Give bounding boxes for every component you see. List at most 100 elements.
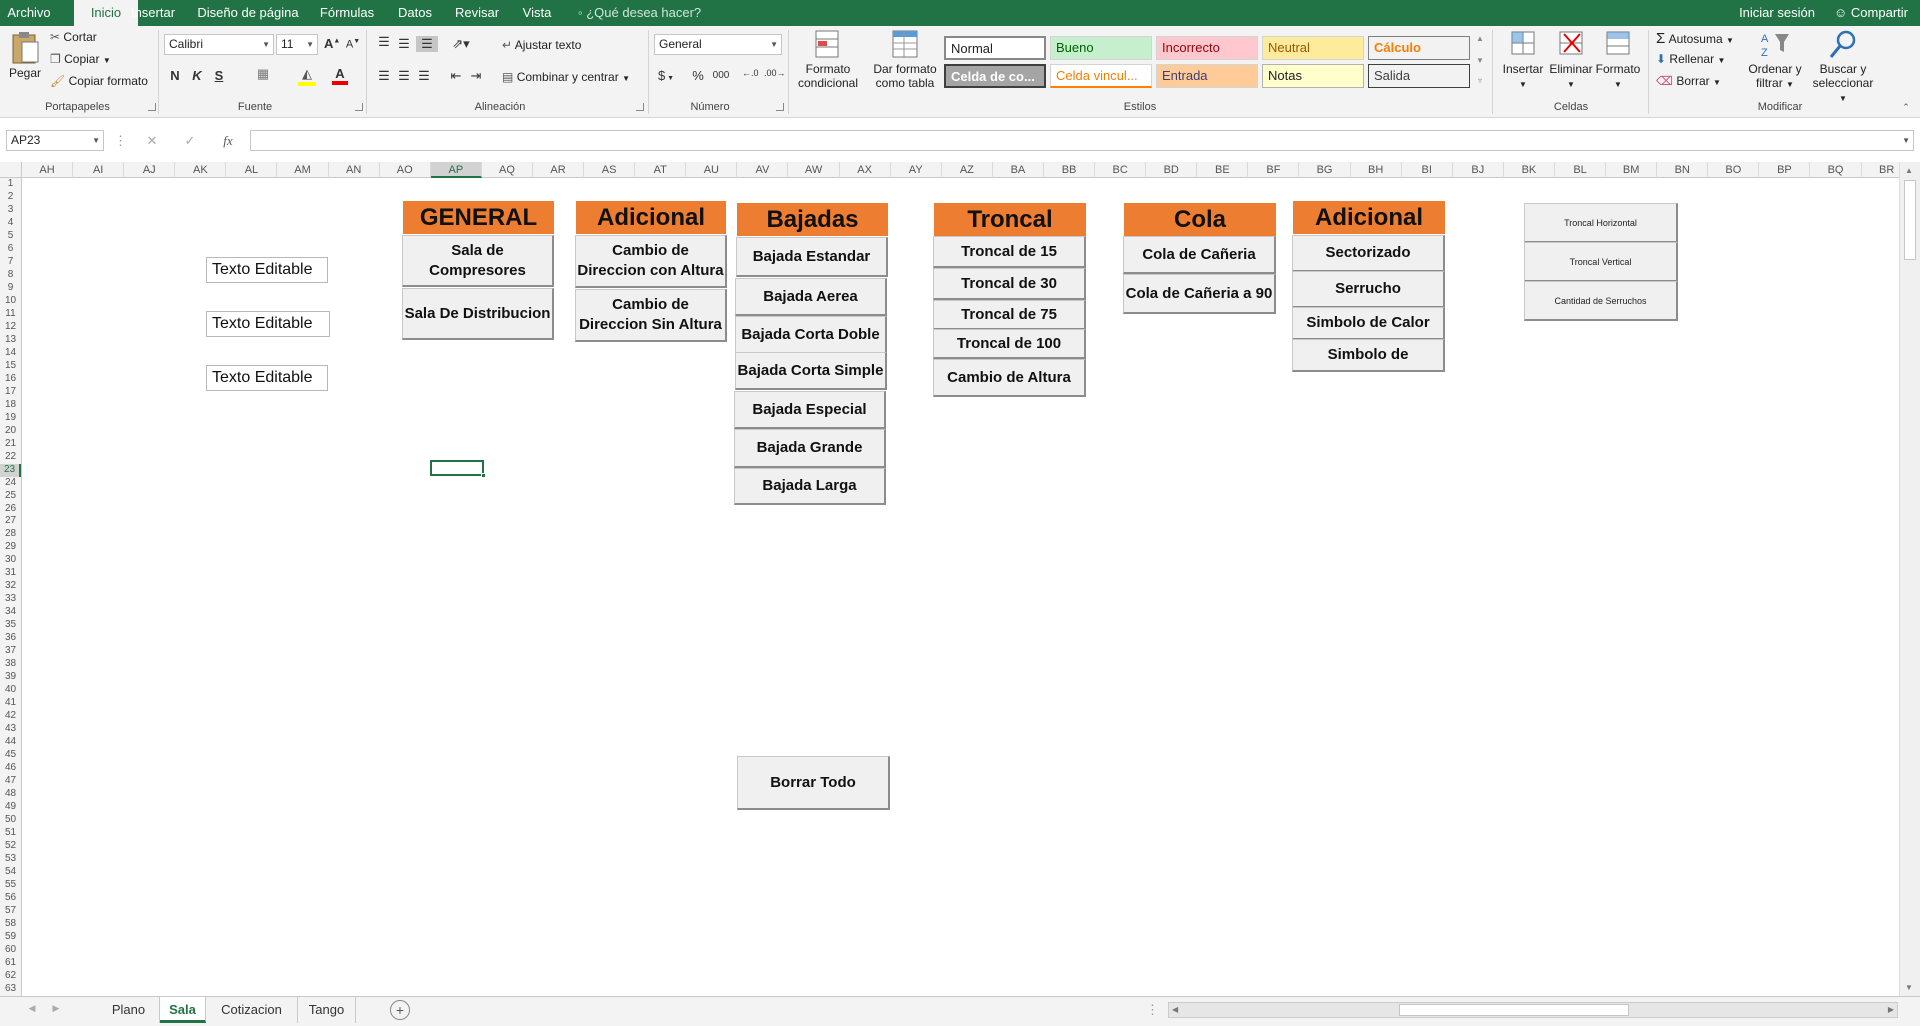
scroll-left-arrow-icon[interactable]: ◀ xyxy=(1172,1005,1178,1014)
tab-diseno-pagina[interactable]: Diseño de página xyxy=(196,0,300,26)
row-header[interactable]: 8 xyxy=(0,269,21,282)
column-header[interactable]: AJ xyxy=(124,162,176,178)
row-header[interactable]: 44 xyxy=(0,736,21,749)
tell-me-box[interactable]: ◦ ¿Qué desea hacer? xyxy=(578,0,702,26)
row-header[interactable]: 63 xyxy=(0,983,21,996)
add-sheet-icon[interactable]: + xyxy=(390,1000,410,1020)
row-header[interactable]: 38 xyxy=(0,658,21,671)
column-header[interactable]: AN xyxy=(329,162,380,178)
row-header[interactable]: 31 xyxy=(0,567,21,580)
row-header[interactable]: 18 xyxy=(0,399,21,412)
style-celda-vinculada[interactable]: Celda vincul... xyxy=(1050,64,1152,88)
tab-vista[interactable]: Vista xyxy=(516,0,558,26)
align-right-icon[interactable]: ☰ xyxy=(416,68,432,84)
button-bajada-grande[interactable]: Bajada Grande xyxy=(734,429,886,468)
column-header[interactable]: AS xyxy=(584,162,636,178)
row-header[interactable]: 27 xyxy=(0,515,21,528)
italic-button[interactable]: K xyxy=(190,68,204,83)
horizontal-scrollbar[interactable]: ◀ ▶ xyxy=(1168,1002,1898,1018)
row-header[interactable]: 6 xyxy=(0,243,21,256)
column-header[interactable]: AU xyxy=(686,162,738,178)
row-header[interactable]: 58 xyxy=(0,918,21,931)
sort-filter-button[interactable]: AZ Ordenar y filtrar ▼ xyxy=(1744,28,1806,92)
scroll-right-arrow-icon[interactable]: ▶ xyxy=(1888,1005,1894,1014)
bold-button[interactable]: N xyxy=(168,68,182,83)
column-header[interactable]: AK xyxy=(175,162,227,178)
row-header[interactable]: 56 xyxy=(0,892,21,905)
number-launcher-icon[interactable] xyxy=(776,103,784,111)
confirm-entry-icon[interactable]: ✓ xyxy=(182,133,198,149)
row-header[interactable]: 5 xyxy=(0,230,21,243)
row-header[interactable]: 37 xyxy=(0,645,21,658)
column-header[interactable]: AW xyxy=(789,162,840,178)
button-bajada-especial[interactable]: Bajada Especial xyxy=(734,391,886,429)
collapse-ribbon-icon[interactable]: ⌃ xyxy=(1900,102,1912,113)
row-header[interactable]: 53 xyxy=(0,853,21,866)
button-bajada-corta-simple[interactable]: Bajada Corta Simple xyxy=(735,352,887,390)
row-header[interactable]: 13 xyxy=(0,334,21,347)
find-select-button[interactable]: Buscar y seleccionar ▼ xyxy=(1808,28,1878,106)
grow-font-icon[interactable]: A▲ xyxy=(324,36,340,51)
row-header[interactable]: 42 xyxy=(0,710,21,723)
button-sala-distribucion[interactable]: Sala De Distribucion xyxy=(402,288,554,340)
style-bueno[interactable]: Bueno xyxy=(1050,36,1152,60)
row-header[interactable]: 36 xyxy=(0,632,21,645)
row-header[interactable]: 46 xyxy=(0,762,21,775)
button-troncal-15[interactable]: Troncal de 15 xyxy=(933,236,1086,268)
decrease-decimal-icon[interactable]: .00→ xyxy=(764,68,786,78)
row-header[interactable]: 26 xyxy=(0,503,21,516)
column-header[interactable]: AX xyxy=(840,162,891,178)
sheet-tab-cotizacion[interactable]: Cotizacion xyxy=(206,997,298,1023)
button-serrucho[interactable]: Serrucho xyxy=(1292,271,1445,308)
row-header[interactable]: 9 xyxy=(0,282,21,295)
row-header[interactable]: 43 xyxy=(0,723,21,736)
insert-function-icon[interactable]: fx xyxy=(218,133,238,149)
align-top-icon[interactable]: ☰ xyxy=(376,34,392,50)
column-header[interactable]: AT xyxy=(635,162,687,178)
align-center-icon[interactable]: ☰ xyxy=(396,68,412,84)
column-header[interactable]: AM xyxy=(278,162,329,178)
tab-splitter-icon[interactable]: ⋮ xyxy=(1146,1002,1159,1018)
row-header[interactable]: 47 xyxy=(0,775,21,788)
style-calculo[interactable]: Cálculo xyxy=(1368,36,1470,60)
button-troncal-30[interactable]: Troncal de 30 xyxy=(933,268,1086,300)
row-header[interactable]: 49 xyxy=(0,801,21,814)
font-launcher-icon[interactable] xyxy=(355,103,363,111)
alignment-launcher-icon[interactable] xyxy=(636,103,644,111)
column-header[interactable]: BH xyxy=(1351,162,1402,178)
column-header[interactable]: AR xyxy=(533,162,585,178)
button-sala-compresores[interactable]: Sala de Compresores xyxy=(402,235,554,287)
button-bajada-estandar[interactable]: Bajada Estandar xyxy=(736,237,888,277)
tab-revisar[interactable]: Revisar xyxy=(452,0,502,26)
row-header[interactable]: 41 xyxy=(0,697,21,710)
percent-button[interactable]: % xyxy=(690,68,706,83)
styles-scroll-down-icon[interactable]: ▼ xyxy=(1474,56,1486,65)
column-header[interactable]: BN xyxy=(1657,162,1709,178)
button-sectorizado[interactable]: Sectorizado xyxy=(1292,235,1445,272)
orientation-icon[interactable]: ⇗▾ xyxy=(448,36,474,52)
style-incorrecto[interactable]: Incorrecto xyxy=(1156,36,1258,60)
row-header[interactable]: 20 xyxy=(0,425,21,438)
column-header[interactable]: AI xyxy=(73,162,125,178)
cut-button[interactable]: ✂ Cortar xyxy=(50,30,97,44)
clear-button[interactable]: ⌫ Borrar ▼ xyxy=(1656,74,1721,88)
font-size-field[interactable]: 11 ▼ xyxy=(276,34,318,55)
row-header[interactable]: 3 xyxy=(0,204,21,217)
editable-textbox-3[interactable]: Texto Editable xyxy=(206,365,328,391)
row-header[interactable]: 32 xyxy=(0,580,21,593)
format-cells-button[interactable]: Formato ▼ xyxy=(1592,28,1644,92)
button-troncal-vertical[interactable]: Troncal Vertical xyxy=(1524,242,1678,282)
format-painter-button[interactable]: 🖌 Copiar formato xyxy=(50,74,148,88)
row-header[interactable]: 62 xyxy=(0,970,21,983)
fill-button[interactable]: ⬇ Rellenar ▼ xyxy=(1656,52,1725,66)
row-header[interactable]: 60 xyxy=(0,944,21,957)
next-sheet-icon[interactable]: ▶ xyxy=(50,1003,62,1014)
insert-cells-button[interactable]: Insertar ▼ xyxy=(1496,28,1550,92)
style-notas[interactable]: Notas xyxy=(1262,64,1364,88)
row-header[interactable]: 33 xyxy=(0,593,21,606)
tab-archivo[interactable]: Archivo xyxy=(0,0,58,26)
tab-insertar[interactable]: Insertar xyxy=(128,0,178,26)
row-header[interactable]: 50 xyxy=(0,814,21,827)
editable-textbox-1[interactable]: Texto Editable xyxy=(206,257,328,283)
row-header[interactable]: 15 xyxy=(0,360,21,373)
